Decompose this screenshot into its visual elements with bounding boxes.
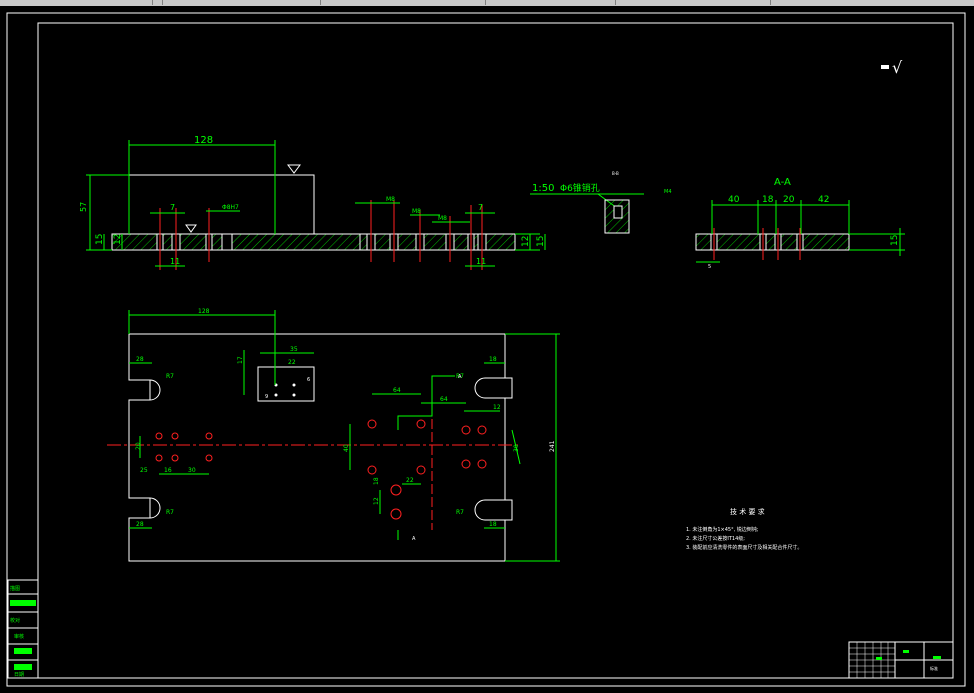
tech-requirement-1: 1. 未注倒角为1×45°, 锐边倒钝; <box>686 526 759 533</box>
title-block-label: 标准 <box>930 665 938 671</box>
plan-dim-30: 30 <box>188 467 196 474</box>
pin-hole-detail: 1:50 Φ6锥销孔 M4 B-B <box>530 171 672 234</box>
dim-40: 40 <box>728 195 740 205</box>
plan-dim-6: 6 <box>307 377 310 383</box>
dim-hole-7-right: 7 <box>478 203 483 212</box>
toolbar-segment[interactable] <box>485 0 616 5</box>
plan-dim-30-right: 30 <box>513 444 520 452</box>
pin-hole-label: Φ6锥销孔 <box>560 182 600 194</box>
tech-requirements: 技 术 要 求 1. 未注倒角为1×45°, 锐边倒钝; 2. 未注尺寸公差按I… <box>686 507 802 551</box>
side-strip: 描图 校对 审核 日期 <box>7 579 39 679</box>
dim-15-left: 15 <box>95 234 105 245</box>
radius-r7-2: R7 <box>166 509 174 516</box>
plan-dim-241: 241 <box>549 440 556 452</box>
toolbar-segment[interactable] <box>320 0 486 5</box>
plan-dim-22: 22 <box>288 359 296 366</box>
dim-42: 42 <box>818 195 829 205</box>
plan-dim-25: 25 <box>140 467 148 474</box>
plan-holes <box>155 383 487 520</box>
plan-dim-20: 20 <box>135 442 142 450</box>
slot-bottom-right <box>474 499 505 521</box>
plan-dim-9: 9 <box>265 394 268 400</box>
plan-dim-28-bottom: 28 <box>136 521 144 528</box>
tech-requirements-title: 技 术 要 求 <box>730 507 765 516</box>
side-strip-label-2: 校对 <box>10 617 20 624</box>
cad-drawing-canvas[interactable]: √ 128 57 15 12 12 15 7 11 7 11 Φ8H7 M8 M… <box>0 6 974 693</box>
toolbar-segment[interactable] <box>620 0 771 5</box>
slot-top-right <box>474 377 505 399</box>
front-view-body-left <box>111 233 361 251</box>
plan-dim-35: 35 <box>290 346 298 353</box>
side-strip-label-3: 审核 <box>14 633 24 640</box>
plan-dim-12b: 12 <box>373 497 380 505</box>
slot-top-left <box>129 379 161 401</box>
plan-dim-18: 18 <box>373 477 380 485</box>
section-a-a-body <box>695 233 850 251</box>
tech-requirement-3: 3. 装配前应清洗零件的表面尺寸及相关配合件尺寸。 <box>686 544 802 551</box>
section-a-a-title: A-A <box>774 177 791 188</box>
dim-hole-11-left: 11 <box>170 257 180 266</box>
plan-view: 128 241 28 28 18 18 R7 R7 R7 R7 25 16 30… <box>107 308 560 562</box>
dim-15-section: 15 <box>890 235 900 246</box>
dim-12-left: 12 <box>113 234 123 245</box>
plan-dim-128: 128 <box>198 308 210 315</box>
dim-20: 20 <box>783 195 795 205</box>
plan-dim-16: 16 <box>164 467 172 474</box>
dim-12-right: 12 <box>521 236 531 247</box>
dim-fit-label: Φ8H7 <box>222 204 239 211</box>
radius-r7-1: R7 <box>166 373 174 380</box>
dim-hole-7-left: 7 <box>170 203 175 212</box>
roughness-mark-icon <box>287 164 301 174</box>
plan-dim-12: 12 <box>493 404 501 411</box>
roughness-check-icon: √ <box>892 58 903 77</box>
thread-label-1: M8 <box>386 196 395 203</box>
roughness-symbol: √ <box>881 58 903 77</box>
front-view-body-right <box>359 233 516 251</box>
plan-dim-40: 40 <box>343 444 350 452</box>
pin-hole-thread: M4 <box>664 189 672 195</box>
pin-hole-scale: 1:50 <box>532 183 554 194</box>
thread-label-3: M8 <box>438 215 447 222</box>
side-strip-label-1: 描图 <box>10 585 20 592</box>
plan-dim-64a: 64 <box>393 387 401 394</box>
plan-dim-28-top: 28 <box>136 356 144 363</box>
section-mark-a-top: A <box>458 374 462 380</box>
toolbar-segment[interactable] <box>162 0 321 5</box>
plan-dim-64b: 64 <box>440 396 448 403</box>
plan-outline <box>128 333 513 562</box>
plan-dim-18-bottom: 18 <box>489 521 497 528</box>
dim-57: 57 <box>79 202 88 212</box>
plan-dim-17: 17 <box>237 356 244 364</box>
toolbar-segment[interactable] <box>0 0 153 5</box>
title-block: 标准 <box>848 641 954 679</box>
slot-bottom-left <box>129 497 161 519</box>
pin-hole-small-label: B-B <box>612 171 619 176</box>
dim-hole-11-right: 11 <box>476 257 486 266</box>
plan-dim-22c: 22 <box>406 477 414 484</box>
dim-15-right: 15 <box>536 236 546 247</box>
plan-dim-18-top: 18 <box>489 356 497 363</box>
section-a-a: A-A 40 18 20 42 15 5 <box>695 177 905 270</box>
sheet-inner-border <box>37 22 954 679</box>
dim-18: 18 <box>762 195 774 205</box>
tech-requirement-2: 2. 未注尺寸公差按IT14级; <box>686 535 745 542</box>
sheet-outer-border <box>6 12 966 687</box>
side-strip-label-4: 日期 <box>14 672 24 678</box>
front-view: 128 57 15 12 12 15 7 11 7 11 Φ8H7 M8 M8 … <box>79 135 546 270</box>
roughness-mark-icon <box>185 224 197 233</box>
radius-r7-4: R7 <box>456 509 464 516</box>
section-mark-a-bottom: A <box>412 536 416 542</box>
dim-128: 128 <box>194 135 213 146</box>
dim-5-section: 5 <box>708 264 711 270</box>
thread-label-2: M8 <box>412 208 421 215</box>
